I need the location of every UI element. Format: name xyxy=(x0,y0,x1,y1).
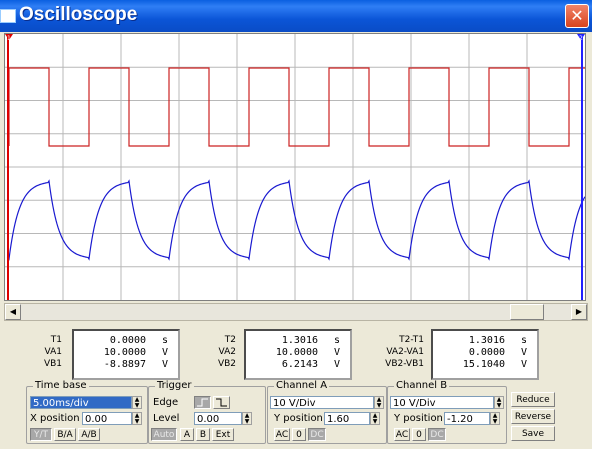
cursor1-row-unit: V xyxy=(162,347,169,358)
channel-a-dc-button[interactable]: DC xyxy=(308,428,326,441)
channel-b-group: Channel B 10 V/Div ▲ ▼ Y position -1.20 ▲… xyxy=(387,380,507,444)
timebase-title: Time base xyxy=(33,380,89,391)
edge-rising-button[interactable] xyxy=(194,396,211,409)
timebase-spinner[interactable]: ▲ ▼ xyxy=(132,396,142,409)
cursor-2-label: 2 xyxy=(579,35,583,42)
channel-a-trace xyxy=(8,67,585,147)
scroll-right-arrow[interactable]: ▶ xyxy=(571,304,587,320)
channel-b-zero-button[interactable]: 0 xyxy=(412,428,426,441)
delta-row-label: VB2-VB1 xyxy=(385,359,424,369)
trigger-ext-button[interactable]: Ext xyxy=(212,428,234,441)
cursor2-row-label: VA2 xyxy=(218,347,236,357)
channel-a-title: Channel A xyxy=(274,380,330,391)
delta-row-unit: V xyxy=(521,347,528,358)
channel-b-title: Channel B xyxy=(394,380,450,391)
trigger-group: Trigger Edge Level 0.00 ▲ ▼ Auto A B Ext xyxy=(148,380,266,444)
window-icon xyxy=(0,9,16,23)
cursor2-row-unit: V xyxy=(334,347,341,358)
level-field[interactable]: 0.00 xyxy=(194,412,242,425)
cursor1-row-label: VA1 xyxy=(44,347,62,357)
cursor1-row-value: 0.0000 xyxy=(109,335,146,346)
channel-b-trace xyxy=(6,179,586,261)
channel-b-ypos-field[interactable]: -1.20 xyxy=(444,412,490,425)
channel-b-scale-field[interactable]: 10 V/Div xyxy=(390,396,494,409)
cursor2-row-value: 6.2143 xyxy=(281,359,318,370)
rising-edge-icon xyxy=(197,398,208,407)
channel-b-ypos-label: Y position xyxy=(394,413,443,424)
scroll-left-arrow[interactable]: ◀ xyxy=(5,304,21,320)
delta-row-value: 0.0000 xyxy=(468,347,505,358)
trigger-title: Trigger xyxy=(155,380,194,391)
falling-edge-icon xyxy=(216,398,227,407)
time-scrollbar[interactable]: ◀ ▶ xyxy=(4,303,588,321)
edge-falling-button[interactable] xyxy=(213,396,230,409)
cursor2-row-unit: V xyxy=(334,359,341,370)
channel-a-scale-field[interactable]: 10 V/Div xyxy=(270,396,374,409)
channel-a-ac-button[interactable]: AC xyxy=(274,428,290,441)
trigger-auto-button[interactable]: Auto xyxy=(151,428,177,441)
cursor2-row-label: VB2 xyxy=(217,359,236,369)
title-bar[interactable]: Oscilloscope ✕ xyxy=(0,0,592,32)
xpos-label: X position xyxy=(30,413,80,424)
timebase-group: Time base 5.00ms/div ▲ ▼ X position 0.00 … xyxy=(26,380,148,444)
cursor2-row-unit: s xyxy=(334,335,341,346)
cursor1-row-unit: V xyxy=(162,359,169,370)
cursor1-row-value: 10.0000 xyxy=(103,347,146,358)
channel-b-ypos-spinner[interactable]: ▲ ▼ xyxy=(490,412,500,425)
delta-row-value: 15.1040 xyxy=(462,359,505,370)
cursor1-row-unit: s xyxy=(162,335,169,346)
channel-a-group: Channel A 10 V/Div ▲ ▼ Y position 1.60 ▲ ▼… xyxy=(267,380,387,444)
delta-row-label: VA2-VA1 xyxy=(386,347,424,357)
timebase-scale-field[interactable]: 5.00ms/div xyxy=(30,396,132,409)
delta-row-unit: V xyxy=(521,359,528,370)
channel-a-zero-button[interactable]: 0 xyxy=(292,428,306,441)
mode-yt-button[interactable]: Y/T xyxy=(30,428,52,441)
cursor2-row-value: 10.0000 xyxy=(275,347,318,358)
channel-a-ypos-label: Y position xyxy=(274,413,323,424)
scope-display: 12 xyxy=(5,34,586,300)
cursor1-row-label: T1 xyxy=(50,335,62,345)
mode-ba-button[interactable]: B/A xyxy=(54,428,76,441)
cursor1-row-label: VB1 xyxy=(43,359,62,369)
channel-a-scale-spinner[interactable]: ▲ ▼ xyxy=(374,396,384,409)
save-button[interactable]: Save xyxy=(511,426,555,441)
cursor1-row-value: -8.8897 xyxy=(103,359,146,370)
channel-b-ac-button[interactable]: AC xyxy=(394,428,410,441)
mode-ab-button[interactable]: A/B xyxy=(78,428,100,441)
reduce-button[interactable]: Reduce xyxy=(511,392,555,407)
channel-b-dc-button[interactable]: DC xyxy=(428,428,446,441)
level-spinner[interactable]: ▲ ▼ xyxy=(242,412,252,425)
window-title: Oscilloscope xyxy=(19,4,138,25)
cursor-1-label: 1 xyxy=(7,35,11,42)
cursor2-row-value: 1.3016 xyxy=(281,335,318,346)
cursor2-row-label: T2 xyxy=(224,335,236,345)
delta-row-label: T2-T1 xyxy=(399,335,424,345)
close-button[interactable]: ✕ xyxy=(565,4,589,28)
reverse-button[interactable]: Reverse xyxy=(511,409,555,424)
channel-b-scale-spinner[interactable]: ▲ ▼ xyxy=(494,396,504,409)
channel-a-ypos-field[interactable]: 1.60 xyxy=(324,412,370,425)
trigger-a-button[interactable]: A xyxy=(180,428,194,441)
trigger-b-button[interactable]: B xyxy=(196,428,210,441)
xpos-spinner[interactable]: ▲ ▼ xyxy=(132,412,142,425)
delta-row-value: 1.3016 xyxy=(468,335,505,346)
scroll-thumb[interactable] xyxy=(510,304,544,320)
channel-a-ypos-spinner[interactable]: ▲ ▼ xyxy=(370,412,380,425)
edge-label: Edge xyxy=(153,397,179,408)
delta-row-unit: s xyxy=(521,335,528,346)
scope-screen: 12 xyxy=(4,33,586,301)
level-label: Level xyxy=(153,413,180,424)
xpos-field[interactable]: 0.00 xyxy=(82,412,132,425)
